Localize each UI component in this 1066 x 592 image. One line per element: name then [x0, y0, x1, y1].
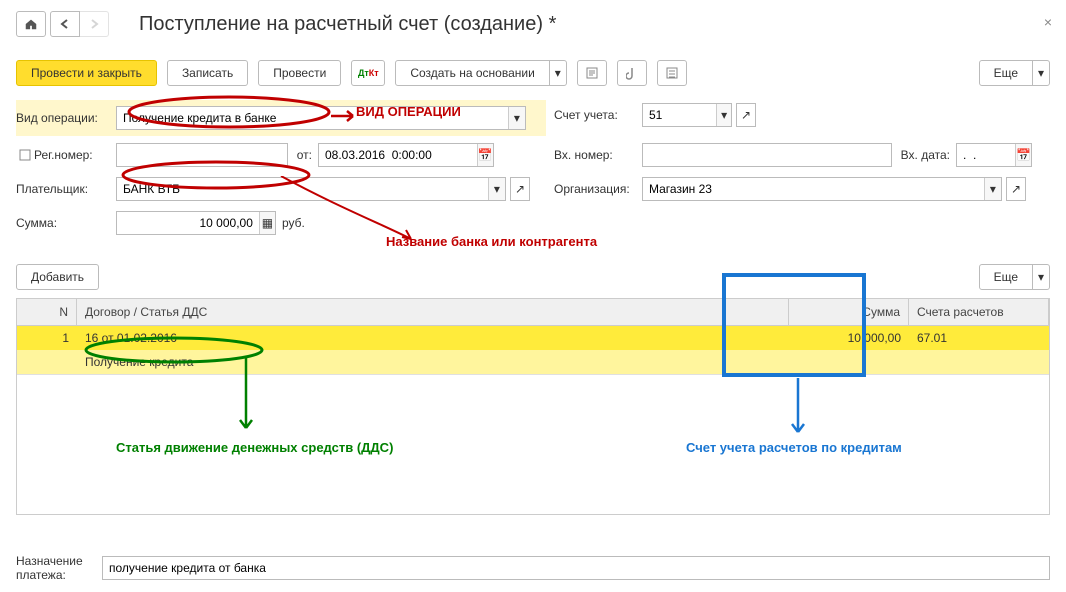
- account-open-icon[interactable]: ↗: [736, 103, 756, 127]
- create-based-button[interactable]: Создать на основании: [395, 60, 550, 86]
- close-icon[interactable]: ×: [1044, 14, 1052, 30]
- sum-label: Сумма:: [16, 216, 116, 230]
- add-row-button[interactable]: Добавить: [16, 264, 99, 290]
- currency-label: руб.: [282, 216, 305, 230]
- org-input[interactable]: [643, 178, 984, 200]
- purpose-input[interactable]: [103, 557, 1049, 579]
- forward-button[interactable]: [79, 11, 109, 37]
- from-label: от:: [288, 148, 318, 162]
- table-row[interactable]: 1 16 от 01.02.2016 10 000,00 67.01: [17, 326, 1049, 350]
- account-label: Счет учета:: [554, 108, 642, 122]
- date-picker-icon[interactable]: 📅: [477, 144, 493, 166]
- payer-drop[interactable]: ▾: [488, 178, 505, 200]
- payer-label: Плательщик:: [16, 182, 116, 196]
- sum-input[interactable]: [117, 212, 259, 234]
- op-type-drop[interactable]: ▾: [508, 107, 525, 129]
- doc-type-icon: [16, 148, 34, 162]
- date-input[interactable]: [319, 144, 477, 166]
- post-button[interactable]: Провести: [258, 60, 341, 86]
- table-more-button[interactable]: Еще: [979, 264, 1033, 290]
- more-dropdown[interactable]: ▾: [1032, 60, 1050, 86]
- reg-no-input[interactable]: [117, 144, 287, 166]
- sum-calc-icon[interactable]: ▦: [259, 212, 275, 234]
- org-label: Организация:: [554, 182, 642, 196]
- cell-n: 1: [17, 326, 77, 350]
- page-title: Поступление на расчетный счет (создание)…: [139, 13, 556, 36]
- reg-no-label: Рег.номер:: [34, 148, 116, 162]
- payer-input[interactable]: [117, 178, 488, 200]
- attach-icon[interactable]: [617, 60, 647, 86]
- list-icon[interactable]: [657, 60, 687, 86]
- in-no-label: Вх. номер:: [554, 148, 642, 162]
- cell-dds: Получение кредита: [77, 350, 789, 374]
- op-type-input[interactable]: [117, 107, 508, 129]
- account-drop[interactable]: ▾: [716, 104, 731, 126]
- purpose-label: Назначениеплатежа:: [16, 554, 102, 582]
- post-and-close-button[interactable]: Провести и закрыть: [16, 60, 157, 86]
- payer-open-icon[interactable]: ↗: [510, 177, 530, 201]
- create-based-dropdown[interactable]: ▾: [549, 60, 567, 86]
- col-acc: Счета расчетов: [909, 299, 1049, 325]
- more-button[interactable]: Еще: [979, 60, 1033, 86]
- dt-kt-icon[interactable]: ДтКт: [351, 60, 385, 86]
- table-row[interactable]: Получение кредита: [17, 350, 1049, 374]
- lines-table: N Договор / Статья ДДС Сумма Счета расче…: [16, 298, 1050, 515]
- cell-sum: 10 000,00: [789, 326, 909, 350]
- in-date-input[interactable]: [957, 144, 1015, 166]
- in-no-input[interactable]: [643, 144, 891, 166]
- back-button[interactable]: [50, 11, 80, 37]
- account-input[interactable]: [643, 104, 716, 126]
- in-date-picker-icon[interactable]: 📅: [1015, 144, 1031, 166]
- write-button[interactable]: Записать: [167, 60, 248, 86]
- home-button[interactable]: [16, 11, 46, 37]
- cell-dog: 16 от 01.02.2016: [77, 326, 789, 350]
- col-n: N: [17, 299, 77, 325]
- in-date-label: Вх. дата:: [892, 148, 956, 162]
- org-open-icon[interactable]: ↗: [1006, 177, 1026, 201]
- col-sum: Сумма: [789, 299, 909, 325]
- table-more-dropdown[interactable]: ▾: [1032, 264, 1050, 290]
- report-icon[interactable]: [577, 60, 607, 86]
- op-type-label: Вид операции:: [16, 111, 116, 125]
- col-dog: Договор / Статья ДДС: [77, 299, 789, 325]
- org-drop[interactable]: ▾: [984, 178, 1001, 200]
- cell-acc: 67.01: [909, 326, 1049, 350]
